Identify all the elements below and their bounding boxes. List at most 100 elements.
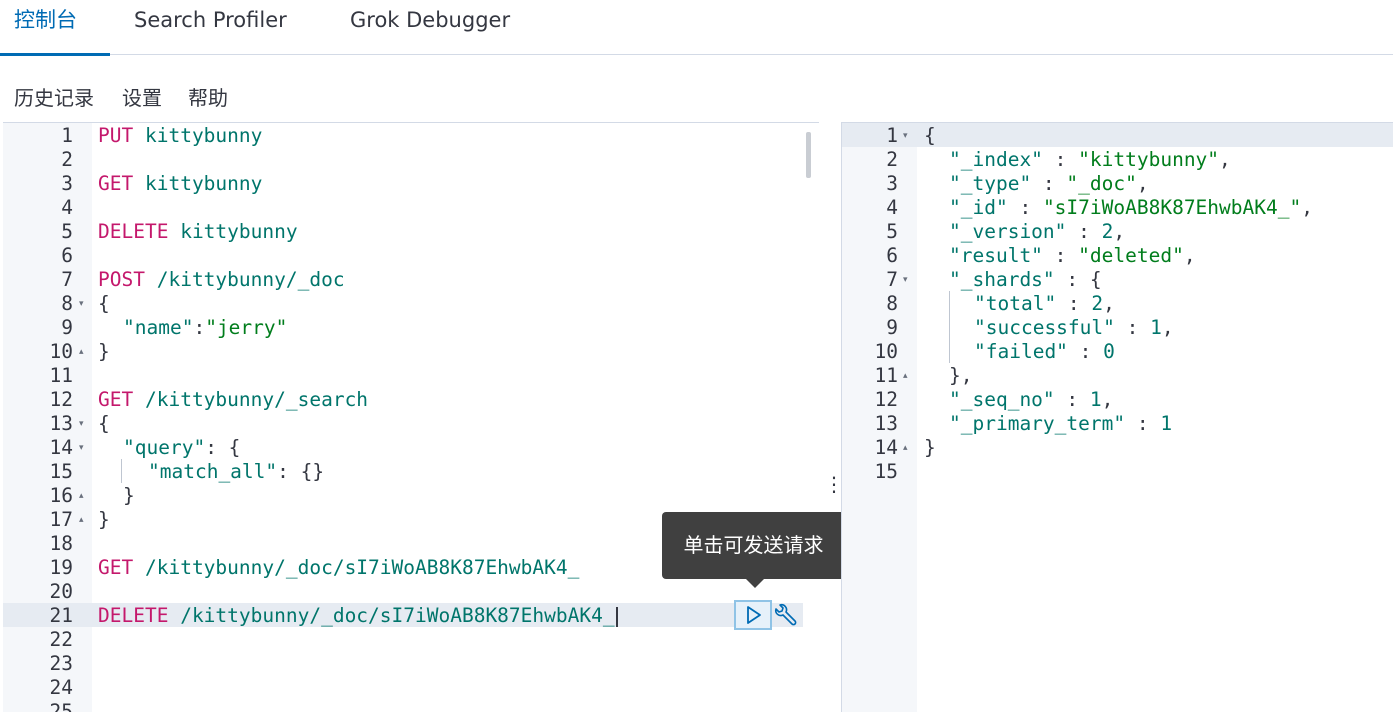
request-options-button[interactable] bbox=[772, 602, 798, 630]
json-number: 0 bbox=[1103, 340, 1115, 363]
json-key: "_shards" bbox=[949, 268, 1055, 291]
fold-open-icon[interactable]: ▾ bbox=[79, 436, 84, 460]
line-number: 1 bbox=[61, 124, 73, 147]
json-punctuation: , bbox=[1183, 244, 1196, 267]
code-line: "_type" : "_doc", bbox=[949, 172, 1149, 196]
json-key: "_version" bbox=[949, 220, 1067, 243]
line-number: 10 bbox=[49, 340, 73, 363]
fold-close-icon[interactable]: ▴ bbox=[903, 436, 908, 460]
line-number: 5 bbox=[886, 220, 898, 243]
line-number: 5 bbox=[61, 220, 73, 243]
code-line: }, bbox=[949, 364, 972, 388]
fold-open-icon[interactable]: ▾ bbox=[903, 268, 908, 292]
json-punctuation: , bbox=[1103, 292, 1115, 315]
json-string: "deleted" bbox=[1078, 244, 1184, 267]
indent-guide bbox=[949, 291, 950, 363]
code-line: { bbox=[98, 292, 110, 316]
request-path: kittybunny bbox=[144, 124, 263, 147]
line-number: 7 bbox=[886, 268, 898, 291]
fold-open-icon[interactable]: ▾ bbox=[903, 124, 908, 148]
fold-open-icon[interactable]: ▾ bbox=[79, 292, 84, 316]
code-line: { bbox=[98, 412, 110, 436]
line-number: 10 bbox=[874, 340, 898, 363]
http-method: POST bbox=[98, 268, 145, 291]
json-punctuation: : bbox=[1066, 220, 1102, 243]
json-number: 2 bbox=[1091, 292, 1104, 315]
tab-grok-debugger[interactable]: Grok Debugger bbox=[336, 0, 524, 55]
line-number: 21 bbox=[49, 604, 73, 627]
response-editor[interactable]: 1 ▾{2 "_index" : "kittybunny", 3 "_type" : "… bbox=[841, 122, 1393, 712]
http-method: GET bbox=[98, 388, 134, 411]
fold-close-icon[interactable]: ▴ bbox=[79, 340, 84, 364]
fold-close-icon[interactable]: ▴ bbox=[79, 508, 84, 532]
json-punctuation: { bbox=[924, 124, 936, 147]
json-punctuation: : {} bbox=[277, 460, 325, 483]
code-line: "_id" : "sI7iWoAB8K87EhwbAK4_", bbox=[949, 196, 1313, 220]
code-line: } bbox=[98, 340, 110, 364]
json-punctuation: : bbox=[1056, 292, 1092, 315]
http-method: GET bbox=[98, 556, 134, 579]
code-line: } bbox=[924, 436, 936, 460]
json-punctuation: { bbox=[98, 292, 110, 315]
line-number: 2 bbox=[886, 148, 898, 171]
json-punctuation: , bbox=[1301, 196, 1313, 219]
tab-console[interactable]: 控制台 bbox=[0, 0, 110, 56]
fold-open-icon[interactable]: ▾ bbox=[79, 412, 84, 436]
http-method: PUT bbox=[98, 124, 134, 147]
wrench-icon bbox=[774, 603, 797, 626]
request-editor[interactable]: 1 PUT kittybunny 2 3 GET kittybunny 4 5 DELETE … bbox=[3, 122, 819, 712]
json-key: "result" bbox=[949, 244, 1043, 267]
help-link[interactable]: 帮助 bbox=[188, 82, 228, 111]
request-path: /kittybunny/_search bbox=[144, 388, 369, 411]
http-method: DELETE bbox=[98, 604, 169, 627]
settings-link[interactable]: 设置 bbox=[122, 82, 162, 111]
code-line: DELETE /kittybunny/_doc/sI7iWoAB8K87Ehwb… bbox=[98, 604, 618, 628]
line-number: 1 bbox=[886, 124, 898, 147]
json-number: 1 bbox=[1160, 412, 1173, 435]
tooltip-arrow bbox=[745, 578, 765, 588]
line-number: 13 bbox=[49, 412, 73, 435]
line-number: 16 bbox=[49, 484, 73, 507]
request-scrollbar[interactable] bbox=[806, 132, 811, 178]
json-punctuation: , bbox=[1219, 148, 1231, 171]
tab-search-profiler[interactable]: Search Profiler bbox=[120, 0, 301, 55]
request-path: kittybunny bbox=[144, 172, 263, 195]
request-path: /kittybunny/_doc bbox=[156, 268, 345, 291]
code-line: "failed" : 0 bbox=[974, 340, 1115, 364]
code-line: "_version" : 2, bbox=[949, 220, 1125, 244]
line-number: 11 bbox=[874, 364, 898, 387]
json-punctuation: } bbox=[98, 508, 110, 531]
line-number: 8 bbox=[886, 292, 898, 315]
json-punctuation: , bbox=[1113, 220, 1126, 243]
line-number: 15 bbox=[49, 460, 73, 483]
fold-close-icon[interactable]: ▴ bbox=[903, 364, 908, 388]
line-number: 19 bbox=[49, 556, 73, 579]
code-line: "total" : 2, bbox=[974, 292, 1115, 316]
json-key: "_index" bbox=[949, 148, 1043, 171]
line-number: 9 bbox=[886, 316, 898, 339]
code-line: "_shards" : { bbox=[949, 268, 1102, 292]
line-number: 24 bbox=[49, 676, 73, 699]
json-punctuation: : bbox=[1042, 244, 1079, 267]
code-line: "query": { bbox=[123, 436, 240, 460]
line-number: 23 bbox=[49, 652, 73, 675]
line-number: 8 bbox=[61, 292, 73, 315]
json-punctuation: } bbox=[123, 484, 135, 507]
line-number: 7 bbox=[61, 268, 73, 291]
fold-close-icon[interactable]: ▴ bbox=[79, 484, 84, 508]
tab-bar: 控制台 Search Profiler Grok Debugger bbox=[0, 0, 1393, 56]
json-key: "_type" bbox=[949, 172, 1032, 195]
code-line: { bbox=[924, 124, 936, 148]
line-number: 15 bbox=[874, 460, 898, 483]
history-link[interactable]: 历史记录 bbox=[14, 82, 94, 111]
indent-guide bbox=[121, 459, 122, 483]
send-request-tooltip: 单击可发送请求 bbox=[662, 512, 845, 579]
code-line: GET /kittybunny/_doc/sI7iWoAB8K87EhwbAK4… bbox=[98, 556, 579, 580]
line-number: 18 bbox=[49, 532, 73, 555]
code-line: "_index" : "kittybunny", bbox=[949, 148, 1231, 172]
line-number: 3 bbox=[61, 172, 73, 195]
send-request-button[interactable] bbox=[734, 600, 772, 630]
json-punctuation: : bbox=[1042, 148, 1079, 171]
line-number: 22 bbox=[49, 628, 73, 651]
json-key: "_id" bbox=[949, 196, 1008, 219]
